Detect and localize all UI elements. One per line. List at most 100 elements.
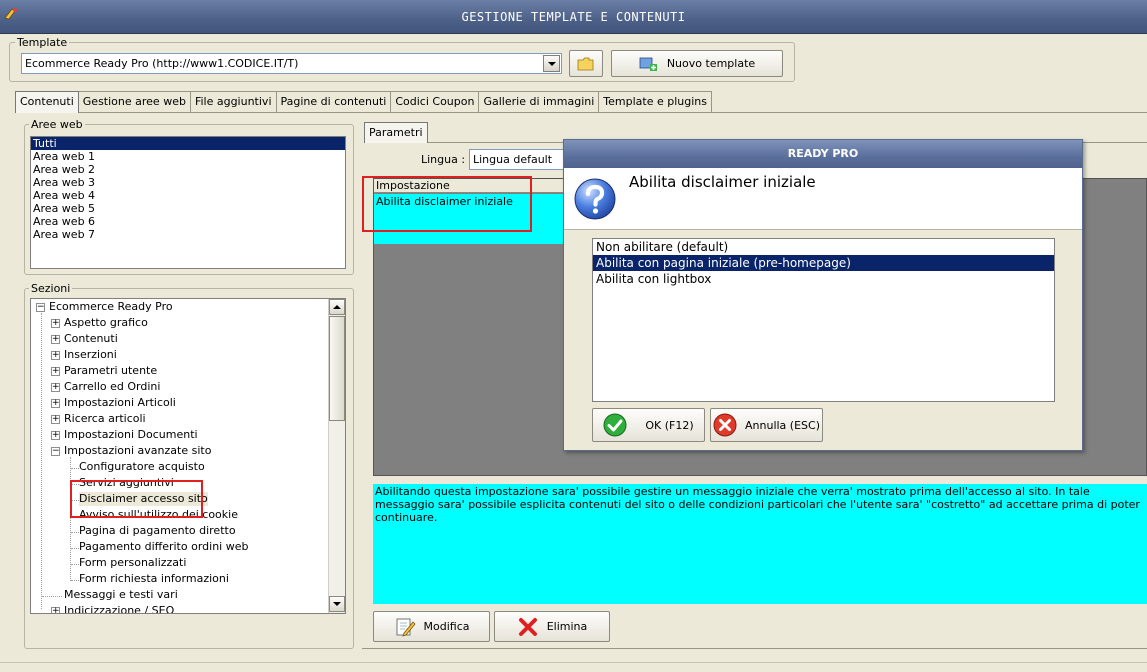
- tree-leaf[interactable]: Form personalizzati: [79, 556, 186, 570]
- highlight-box-disclaimer: [70, 480, 203, 518]
- tree-leaf[interactable]: Pagamento differito ordini web: [79, 540, 248, 554]
- scroll-thumb[interactable]: [329, 316, 345, 421]
- tree-line: [70, 457, 71, 581]
- tree-node[interactable]: Inserzioni: [64, 348, 117, 362]
- tab-gestione-aree-web[interactable]: Gestione aree web: [77, 91, 191, 112]
- tree-node[interactable]: Ricerca articoli: [64, 412, 146, 426]
- tree-line: [71, 532, 79, 533]
- elimina-button[interactable]: Elimina: [494, 611, 610, 642]
- tree-scrollbar[interactable]: [328, 299, 345, 613]
- sezioni-label: Sezioni: [29, 282, 73, 295]
- list-item[interactable]: Area web 6: [31, 215, 345, 228]
- window-title: GESTIONE TEMPLATE E CONTENUTI: [461, 10, 686, 24]
- modifica-button[interactable]: Modifica: [373, 611, 490, 642]
- bottom-divider: [362, 648, 1147, 649]
- description-area: Abilitando questa impostazione sara' pos…: [373, 484, 1147, 604]
- list-item[interactable]: Area web 3: [31, 176, 345, 189]
- scroll-up-icon[interactable]: [329, 299, 345, 315]
- ok-button[interactable]: OK (F12): [592, 408, 705, 442]
- list-item[interactable]: Area web 1: [31, 150, 345, 163]
- open-folder-button[interactable]: [569, 50, 603, 77]
- tree-leaf[interactable]: Configuratore acquisto: [79, 460, 205, 474]
- highlight-box-setting: [362, 176, 532, 232]
- list-item[interactable]: Non abilitare (default): [593, 239, 1054, 255]
- tree-line: [42, 596, 62, 597]
- expand-icon[interactable]: +: [51, 431, 60, 440]
- tab-pagine-di-contenuti[interactable]: Pagine di contenuti: [275, 91, 392, 112]
- tree-node[interactable]: Contenuti: [64, 332, 118, 346]
- dialog-title: READY PRO: [564, 140, 1082, 168]
- delete-icon: [518, 617, 537, 636]
- ok-label: OK (F12): [645, 418, 694, 432]
- tree-node[interactable]: Impostazioni Documenti: [64, 428, 198, 442]
- expand-icon[interactable]: +: [51, 335, 60, 344]
- list-item[interactable]: Area web 7: [31, 228, 345, 241]
- expand-icon[interactable]: +: [51, 607, 60, 613]
- scroll-down-icon[interactable]: [329, 596, 345, 612]
- tree-root[interactable]: Ecommerce Ready Pro: [49, 300, 173, 314]
- tab-divider: [15, 112, 1147, 113]
- tab-contenuti[interactable]: Contenuti: [15, 91, 79, 113]
- question-icon: [574, 178, 616, 220]
- tree-line: [71, 468, 79, 469]
- list-item[interactable]: Tutti: [31, 137, 345, 150]
- list-item[interactable]: Abilita con lightbox: [593, 271, 1054, 287]
- cancel-button[interactable]: Annulla (ESC): [710, 408, 823, 442]
- collapse-icon[interactable]: −: [51, 447, 60, 456]
- lingua-select-value: Lingua default: [473, 153, 553, 166]
- collapse-icon[interactable]: −: [36, 303, 45, 312]
- status-bar: [0, 662, 1147, 672]
- dialog-options-list[interactable]: Non abilitare (default) Abilita con pagi…: [592, 238, 1055, 402]
- tree-node[interactable]: Aspetto grafico: [64, 316, 148, 330]
- check-icon: [603, 413, 627, 437]
- tree-node[interactable]: Messaggi e testi vari: [64, 588, 178, 602]
- list-item[interactable]: Area web 5: [31, 202, 345, 215]
- tab-gallerie-di-immagini[interactable]: Gallerie di immagini: [478, 91, 600, 112]
- tree-line: [71, 564, 79, 565]
- list-item[interactable]: Abilita con pagina iniziale (pre-homepag…: [593, 255, 1054, 271]
- dialog-header: Abilita disclaimer iniziale: [564, 168, 1082, 230]
- tree-line: [71, 548, 79, 549]
- edit-icon: [396, 618, 415, 637]
- lingua-label: Lingua :: [421, 153, 466, 166]
- new-template-button[interactable]: Nuovo template: [611, 50, 783, 77]
- choice-dialog: READY PRO Abilita disclaimer iniziale No…: [563, 139, 1083, 451]
- add-template-icon: [639, 57, 657, 71]
- aree-web-list[interactable]: Tutti Area web 1 Area web 2 Area web 3 A…: [30, 136, 346, 269]
- tab-template-e-plugins[interactable]: Template e plugins: [598, 91, 713, 112]
- tree-line: [41, 313, 42, 609]
- tree-node[interactable]: Parametri utente: [64, 364, 157, 378]
- title-bar: GESTIONE TEMPLATE E CONTENUTI: [0, 0, 1147, 34]
- expand-icon[interactable]: +: [51, 383, 60, 392]
- tab-codici-coupon[interactable]: Codici Coupon: [390, 91, 480, 112]
- sezioni-tree[interactable]: − Ecommerce Ready Pro + Aspetto grafico …: [30, 298, 346, 614]
- list-item[interactable]: Area web 4: [31, 189, 345, 202]
- expand-icon[interactable]: +: [51, 399, 60, 408]
- tree-node[interactable]: Impostazioni avanzate sito: [64, 444, 211, 458]
- expand-icon[interactable]: +: [51, 367, 60, 376]
- expand-icon[interactable]: +: [51, 319, 60, 328]
- tree-leaf[interactable]: Form richiesta informazioni: [79, 572, 229, 586]
- tab-file-aggiuntivi[interactable]: File aggiuntivi: [189, 91, 277, 112]
- expand-icon[interactable]: +: [51, 351, 60, 360]
- tab-parametri[interactable]: Parametri: [364, 122, 428, 143]
- new-template-label: Nuovo template: [666, 57, 756, 70]
- tree-line: [71, 580, 79, 581]
- cancel-icon: [713, 413, 737, 437]
- cancel-label: Annulla (ESC): [745, 418, 820, 432]
- folder-icon: [577, 57, 594, 70]
- tree-node[interactable]: Indicizzazione / SEO: [64, 604, 174, 613]
- elimina-label: Elimina: [546, 620, 588, 633]
- template-select[interactable]: Ecommerce Ready Pro (http://www1.CODICE.…: [21, 53, 562, 74]
- tree-node[interactable]: Impostazioni Articoli: [64, 396, 176, 410]
- expand-icon[interactable]: +: [51, 415, 60, 424]
- aree-web-label: Aree web: [29, 118, 85, 131]
- modifica-label: Modifica: [423, 620, 470, 633]
- tree-node[interactable]: Carrello ed Ordini: [64, 380, 160, 394]
- template-select-value: Ecommerce Ready Pro (http://www1.CODICE.…: [25, 57, 299, 70]
- chevron-down-icon[interactable]: [543, 55, 560, 72]
- main-tabs: Contenuti Gestione aree web File aggiunt…: [15, 91, 713, 113]
- list-item[interactable]: Area web 2: [31, 163, 345, 176]
- template-group-label: Template: [15, 36, 70, 49]
- tree-leaf[interactable]: Pagina di pagamento diretto: [79, 524, 236, 538]
